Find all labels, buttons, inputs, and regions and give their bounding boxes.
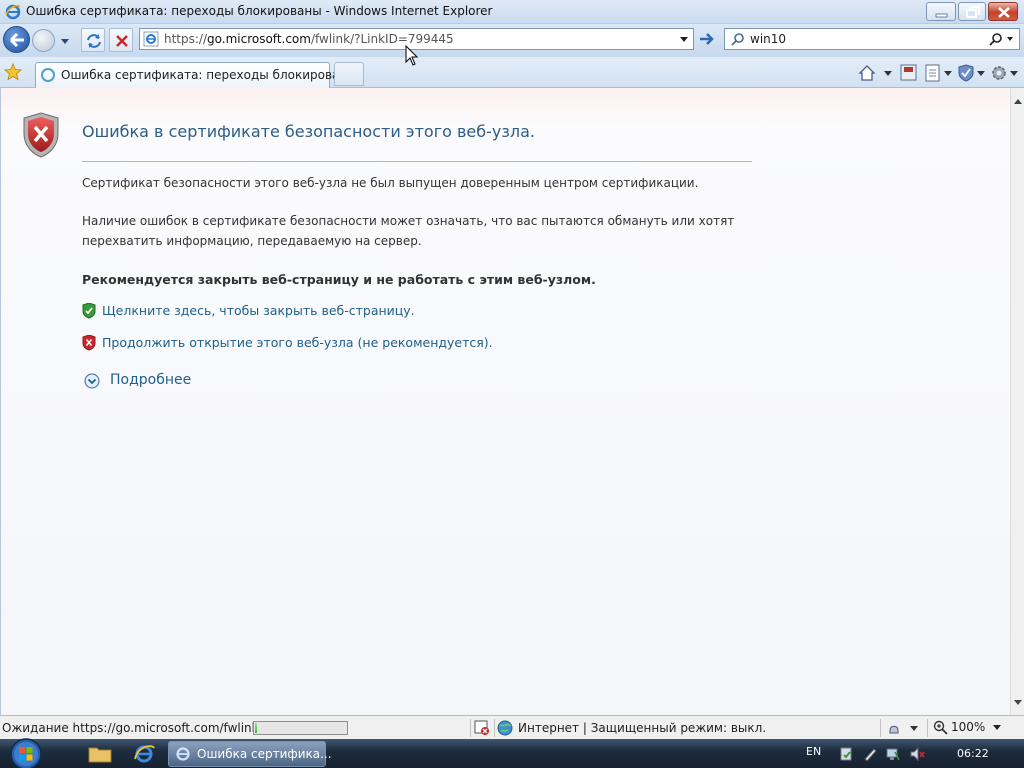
taskbar: Ошибка сертифика... EN 06:22 <box>0 737 1024 768</box>
tab-bar: Ошибка сертификата: переходы блокированы <box>0 57 1024 88</box>
navigation-bar: https://go.microsoft.com/fwlink/?LinkID=… <box>0 24 1024 57</box>
warning-text-line-1: Наличие ошибок в сертификате безопасност… <box>82 214 735 228</box>
description-text: Сертификат безопасности этого веб-узла н… <box>82 176 699 190</box>
clock[interactable]: 06:22 <box>957 747 989 760</box>
forward-button[interactable] <box>32 29 55 52</box>
zoom-dropdown-icon[interactable] <box>992 724 1002 732</box>
continue-link[interactable]: Продолжить открытие этого веб-узла (не р… <box>102 335 493 350</box>
status-separator <box>470 719 471 737</box>
url-domain: go.microsoft.com <box>207 32 311 46</box>
url-prefix: https:// <box>164 32 208 46</box>
red-shield-icon <box>82 335 96 351</box>
zoom-level[interactable]: 100% <box>951 720 985 734</box>
favorites-star-icon[interactable] <box>4 63 22 81</box>
new-tab-button[interactable] <box>334 62 364 86</box>
action-center-icon[interactable] <box>838 746 854 762</box>
restore-button[interactable] <box>958 2 986 21</box>
refresh-icon <box>87 34 101 48</box>
volume-muted-icon[interactable] <box>909 746 925 762</box>
divider <box>82 161 752 162</box>
language-indicator[interactable]: EN <box>806 745 821 758</box>
taskbar-ie-window[interactable]: Ошибка сертифика... <box>168 741 332 767</box>
status-text: Ожидание https://go.microsoft.com/fwlink… <box>2 721 276 735</box>
tab-label: Ошибка сертификата: переходы блокированы <box>61 68 357 82</box>
progress-bar <box>253 721 348 735</box>
close-page-link[interactable]: Щелкните здесь, чтобы закрыть веб-страни… <box>102 303 415 318</box>
recommendation-text: Рекомендуется закрыть веб-страницу и не … <box>82 272 596 287</box>
loading-icon <box>41 68 55 82</box>
go-button[interactable] <box>696 29 718 49</box>
status-separator <box>927 719 928 737</box>
page-icon <box>143 31 159 47</box>
network-icon[interactable] <box>885 746 901 762</box>
zoom-icon[interactable] <box>933 720 949 736</box>
arrow-left-icon <box>9 32 24 48</box>
back-button[interactable] <box>3 26 30 53</box>
scroll-up-icon[interactable] <box>1014 98 1022 104</box>
vertical-scrollbar[interactable] <box>1010 88 1024 715</box>
stop-button[interactable] <box>109 28 133 52</box>
more-info-label: Подробнее <box>110 372 192 388</box>
pen-icon[interactable] <box>862 746 878 762</box>
close-icon <box>998 7 1010 18</box>
window-title: Ошибка сертификата: переходы блокированы… <box>26 4 493 18</box>
feeds-icon[interactable] <box>899 64 921 82</box>
explorer-folder-icon[interactable] <box>84 742 116 766</box>
warning-text-line-2: перехватить информацию, передаваемую на … <box>82 234 422 248</box>
internet-explorer-icon <box>176 747 190 761</box>
minimize-button[interactable] <box>926 2 956 21</box>
search-box[interactable]: win10 <box>724 28 1020 50</box>
address-url[interactable]: https://go.microsoft.com/fwlink/?LinkID=… <box>164 32 454 46</box>
url-path: /fwlink/?LinkID=799445 <box>310 32 454 46</box>
start-button-icon[interactable] <box>4 737 44 768</box>
mouse-cursor-icon <box>405 45 419 66</box>
status-bar: Ожидание https://go.microsoft.com/fwlink… <box>0 715 1024 739</box>
blocked-popup-icon[interactable] <box>474 720 490 736</box>
address-dropdown-icon[interactable] <box>677 32 691 46</box>
tab-certificate-error[interactable]: Ошибка сертификата: переходы блокированы <box>35 62 357 88</box>
restore-icon <box>966 6 980 18</box>
stop-icon <box>116 35 128 47</box>
taskbar-task-label: Ошибка сертифика... <box>197 747 332 761</box>
internet-zone-globe-icon[interactable] <box>497 720 513 736</box>
status-separator <box>880 719 881 737</box>
search-provider-icon <box>731 33 744 46</box>
title-bar[interactable]: Ошибка сертификата: переходы блокированы… <box>0 0 1024 24</box>
search-input[interactable]: win10 <box>750 32 786 46</box>
security-zone-text: Интернет | Защищенный режим: выкл. <box>518 721 767 735</box>
scroll-down-icon[interactable] <box>1014 700 1022 706</box>
tools-gear-icon[interactable] <box>990 64 1020 82</box>
safety-shield-icon[interactable] <box>958 64 986 82</box>
protected-mode-icon[interactable] <box>886 720 920 736</box>
recent-pages-dropdown[interactable] <box>58 35 72 47</box>
status-separator <box>494 719 495 737</box>
expand-circle-icon <box>84 373 100 389</box>
page-title: Ошибка в сертификате безопасности этого … <box>82 122 535 141</box>
close-window-button[interactable] <box>988 2 1018 21</box>
page-menu-icon[interactable] <box>925 64 953 82</box>
search-icon[interactable] <box>987 31 1017 47</box>
error-shield-icon <box>23 112 59 158</box>
minimize-icon <box>935 13 948 18</box>
internet-explorer-taskbar-icon[interactable] <box>128 742 160 766</box>
compatibility-view-button[interactable] <box>81 28 105 52</box>
internet-explorer-icon <box>5 4 21 20</box>
home-icon[interactable] <box>858 64 894 82</box>
green-shield-icon <box>82 303 96 319</box>
progress-fill <box>255 723 257 733</box>
